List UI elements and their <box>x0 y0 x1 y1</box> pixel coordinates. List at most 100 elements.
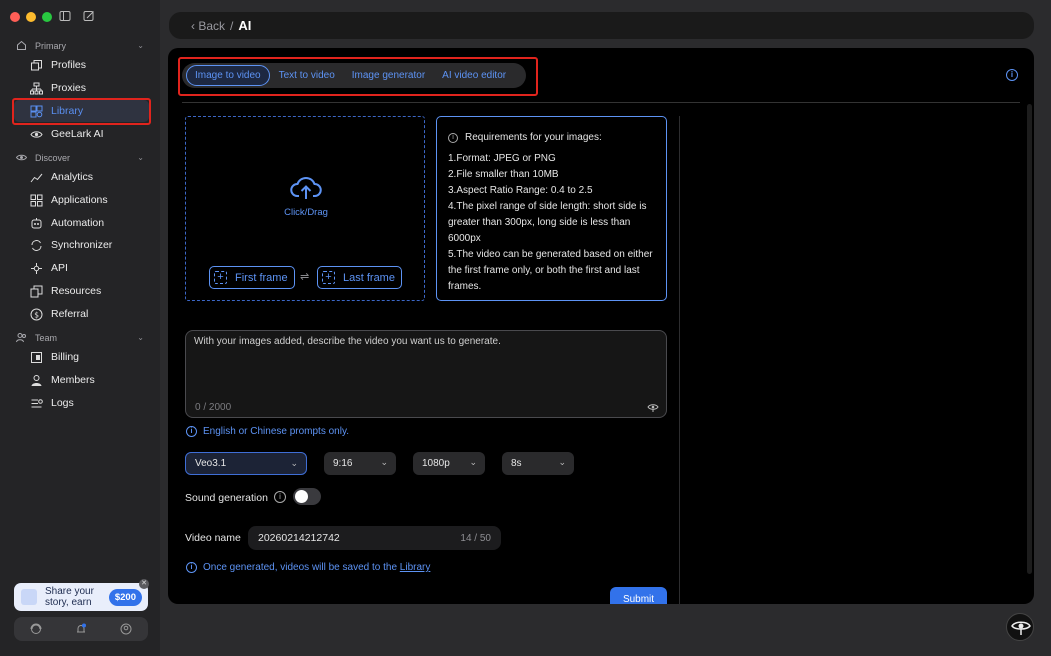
save-location-note: i Once generated, videos will be saved t… <box>186 562 430 573</box>
section-discover[interactable]: Discover ⌄ <box>16 152 144 163</box>
language-note: i English or Chinese prompts only. <box>186 426 349 437</box>
requirements-box: i Requirements for your images: 1.Format… <box>436 116 667 301</box>
info-icon[interactable]: i <box>1006 69 1018 81</box>
close-promo-icon[interactable]: ✕ <box>139 579 149 589</box>
profiles-icon <box>31 59 42 70</box>
section-primary[interactable]: Primary ⌄ <box>16 40 144 51</box>
eye-icon <box>16 154 27 161</box>
sidebar-item-label: Applications <box>51 194 108 206</box>
first-frame-button[interactable]: + First frame <box>209 266 295 289</box>
sidebar-item-billing[interactable]: Billing <box>30 348 79 366</box>
sidebar-item-logs[interactable]: Logs <box>30 394 74 412</box>
video-name-value: 20260214212742 <box>258 532 340 544</box>
duration-select[interactable]: 8s ⌄ <box>502 452 574 475</box>
sidebar: Primary ⌄ Profiles Proxies Library GeeLa… <box>0 0 160 656</box>
info-icon: i <box>448 133 458 143</box>
back-link[interactable]: ‹ Back <box>191 19 225 33</box>
members-icon <box>31 374 42 386</box>
library-icon <box>30 105 43 117</box>
prompt-input[interactable] <box>194 336 654 391</box>
help-icon[interactable]: i <box>274 491 286 503</box>
video-name-char-count: 14 / 50 <box>460 532 491 544</box>
sidebar-item-automation[interactable]: Automation <box>30 214 104 232</box>
sidebar-item-label: Automation <box>51 217 105 229</box>
sidebar-item-label: Profiles <box>51 59 87 71</box>
synchronizer-icon <box>31 239 42 251</box>
sound-generation-toggle[interactable] <box>293 488 321 505</box>
logs-icon <box>31 398 43 407</box>
requirement-item: 5.The video can be generated based on ei… <box>448 249 653 292</box>
last-frame-button[interactable]: + Last frame <box>317 266 402 289</box>
sidebar-item-library[interactable]: Library <box>30 102 83 120</box>
sidebar-item-label: Library <box>51 105 84 117</box>
minimize-window-button[interactable] <box>26 12 36 22</box>
support-icon[interactable] <box>30 623 42 635</box>
section-team-label: Team <box>35 332 58 343</box>
close-window-button[interactable] <box>10 12 20 22</box>
automation-icon <box>31 217 42 228</box>
promo-line-1: Share your <box>45 586 94 597</box>
prompt-enhance-icon[interactable] <box>647 403 659 413</box>
sidebar-item-label: Referral <box>51 308 89 320</box>
resolution-value: 1080p <box>422 458 450 469</box>
geelark-ai-icon <box>30 130 43 138</box>
main-panel: Image to video Text to video Image gener… <box>168 48 1034 604</box>
floating-assistant-button[interactable] <box>1006 613 1034 641</box>
model-select-value: Veo3.1 <box>195 458 227 469</box>
scrollbar[interactable] <box>1027 104 1032 574</box>
first-frame-label: First frame <box>235 271 288 284</box>
aspect-ratio-select[interactable]: 9:16 ⌄ <box>324 452 396 475</box>
swap-frames-icon[interactable]: ⇌ <box>300 270 309 283</box>
sidebar-item-members[interactable]: Members <box>30 371 95 389</box>
submit-button[interactable]: Submit <box>610 587 667 604</box>
image-upload-area[interactable]: Click/Drag + First frame ⇌ + Last frame <box>185 116 425 301</box>
zoom-window-button[interactable] <box>42 12 52 22</box>
language-note-text: English or Chinese prompts only. <box>203 426 349 437</box>
requirements-title: Requirements for your images: <box>465 132 602 143</box>
chevron-down-icon: ⌄ <box>469 457 477 467</box>
new-note-icon[interactable] <box>83 10 95 22</box>
svg-text:$: $ <box>34 310 39 319</box>
notification-bell-icon[interactable] <box>75 623 87 635</box>
sidebar-item-label: Members <box>51 374 95 386</box>
sidebar-item-applications[interactable]: Applications <box>30 191 108 209</box>
sidebar-item-label: API <box>51 262 68 274</box>
model-select[interactable]: Veo3.1 ⌄ <box>185 452 307 475</box>
library-link[interactable]: Library <box>400 562 431 573</box>
analytics-icon <box>30 173 43 182</box>
sidebar-item-resources[interactable]: Resources <box>30 282 101 300</box>
section-team[interactable]: Team ⌄ <box>16 332 144 343</box>
chevron-down-icon: ⌄ <box>137 333 144 342</box>
resolution-select[interactable]: 1080p ⌄ <box>413 452 485 475</box>
referral-icon: $ <box>30 308 43 320</box>
chevron-down-icon: ⌄ <box>380 457 388 467</box>
plus-icon: + <box>214 271 227 284</box>
sidebar-item-analytics[interactable]: Analytics <box>30 168 93 186</box>
requirement-item: 3.Aspect Ratio Range: 0.4 to 2.5 <box>448 185 593 196</box>
sidebar-item-profiles[interactable]: Profiles <box>30 56 86 74</box>
promo-banner[interactable]: Share your story, earn $200 <box>14 583 148 611</box>
sidebar-toggle-icon[interactable] <box>59 10 71 22</box>
requirement-item: 2.File smaller than 10MB <box>448 169 559 180</box>
sidebar-item-label: Analytics <box>51 171 94 183</box>
chevron-down-icon: ⌄ <box>137 153 144 162</box>
breadcrumb-separator: / <box>230 18 234 33</box>
sidebar-item-label: Billing <box>51 351 80 363</box>
account-icon[interactable] <box>120 623 132 635</box>
header-divider <box>182 102 1020 103</box>
sidebar-item-api[interactable]: API <box>30 259 68 277</box>
sidebar-bottom-bar <box>14 617 148 641</box>
chevron-down-icon: ⌄ <box>137 41 144 50</box>
sidebar-item-referral[interactable]: $ Referral <box>30 305 88 323</box>
home-icon <box>17 40 26 50</box>
resources-icon <box>30 285 43 297</box>
sidebar-item-label: Resources <box>51 285 102 297</box>
sound-generation-label: Sound generation <box>185 492 268 504</box>
section-discover-label: Discover <box>35 152 71 163</box>
sidebar-item-geelark-ai[interactable]: GeeLark AI <box>30 125 104 143</box>
sidebar-item-proxies[interactable]: Proxies <box>30 79 86 97</box>
toggle-knob <box>295 490 308 503</box>
api-icon <box>31 262 42 274</box>
sidebar-item-synchronizer[interactable]: Synchronizer <box>30 236 112 254</box>
video-name-field[interactable]: 20260214212742 14 / 50 <box>248 526 501 550</box>
